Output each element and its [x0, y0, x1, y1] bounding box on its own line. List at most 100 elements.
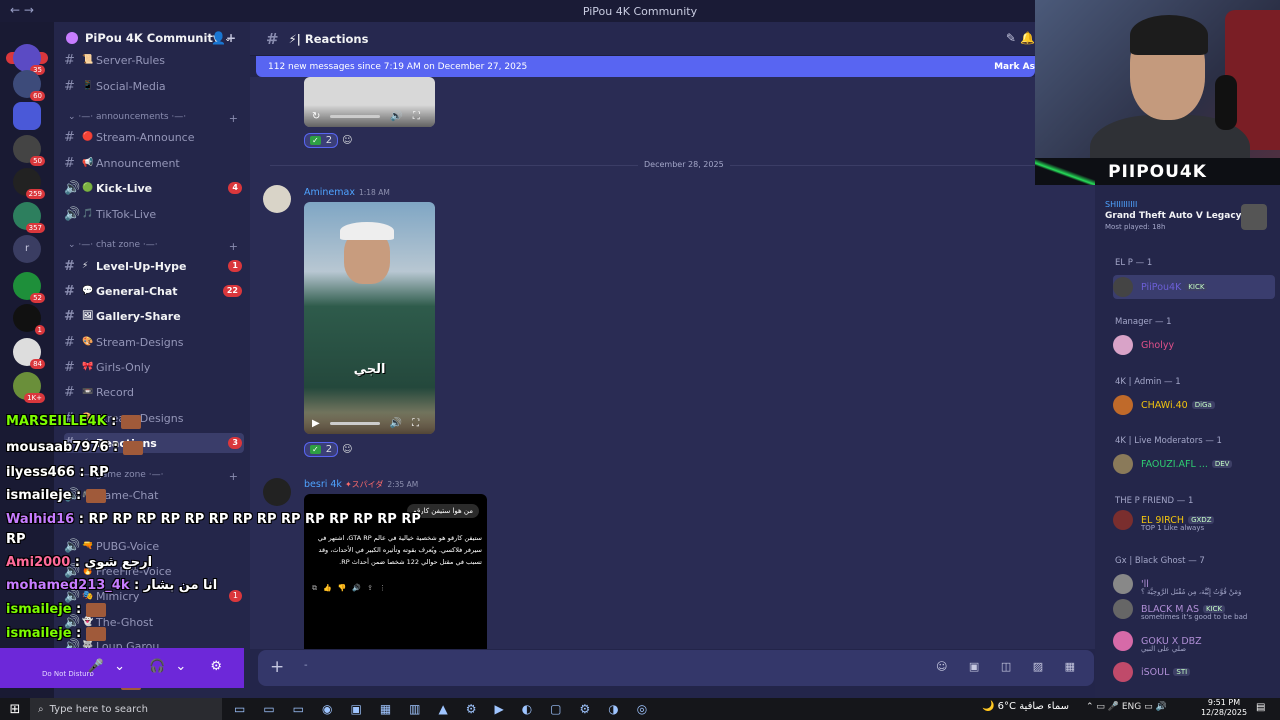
- server-icon[interactable]: [13, 304, 45, 335]
- channel-item[interactable]: # 📱 Social-Media: [64, 76, 244, 96]
- avatar[interactable]: [263, 185, 291, 213]
- check-icon: ✓: [310, 136, 321, 145]
- taskbar-apps[interactable]: ▭▭▭◉▣▦▥▲⚙▶◐▢⚙◑◎: [234, 702, 665, 716]
- channel-item-active[interactable]: # ⚡ Reactions 3: [64, 433, 244, 453]
- server-icon[interactable]: [13, 135, 45, 166]
- channel-label: Announcement: [96, 156, 180, 170]
- server-icon[interactable]: [13, 44, 45, 75]
- clock[interactable]: 9:51 PM 12/28/2025: [1200, 698, 1248, 718]
- add-channel-icon[interactable]: +: [229, 240, 238, 253]
- channel-item[interactable]: # 🎨 Stream-Designs: [64, 408, 244, 428]
- channel-item[interactable]: 🔊 🎭 Mimicry 1: [64, 586, 244, 606]
- message-author[interactable]: Aminemax 1:18 AM: [304, 187, 390, 198]
- notification-icon[interactable]: ▤: [1256, 702, 1265, 713]
- member-item[interactable]: FAOUZI.AFL ... DEV: [1113, 452, 1275, 476]
- server-icon[interactable]: [13, 202, 45, 233]
- channel-item[interactable]: # 🖼 Gallery-Share: [64, 306, 244, 326]
- server-icon[interactable]: [13, 372, 45, 403]
- channel-item[interactable]: 🔊 🟢 Kick-Live 4: [64, 178, 244, 198]
- fullscreen-icon[interactable]: ⛶: [413, 111, 420, 122]
- volume-icon[interactable]: 🔊: [390, 111, 402, 122]
- channel-item[interactable]: # 📜 Server-Rules: [64, 50, 244, 70]
- channel-item[interactable]: # 💬 General-Chat 22: [64, 281, 244, 301]
- video-attachment[interactable]: الجي ▶ 🔊 ⛶: [304, 202, 435, 434]
- server-folder-icon[interactable]: [13, 102, 41, 130]
- windows-start-icon[interactable]: ⊞: [0, 702, 30, 717]
- video-caption: الجي: [353, 362, 386, 377]
- channel-item[interactable]: 🔊 🎮 Game-Chat: [64, 485, 244, 505]
- system-tray[interactable]: ⌃ ▭ 🎤 ENG ▭ 🔊: [1086, 702, 1167, 712]
- add-channel-icon[interactable]: +: [229, 112, 238, 125]
- channel-item[interactable]: # 🎀 Girls-Only: [64, 357, 244, 377]
- invite-icon[interactable]: 👤+: [211, 31, 236, 45]
- channel-item[interactable]: # 📢 Announcement: [64, 153, 244, 173]
- server-icon[interactable]: r: [13, 235, 41, 263]
- member-item[interactable]: PiiPou4K KICK: [1113, 275, 1275, 299]
- member-item[interactable]: GOKU X DBZ صلي على النبي: [1113, 629, 1275, 653]
- reaction-check[interactable]: ✓ 2: [304, 442, 339, 457]
- channel-item[interactable]: 🔊 🔫 PUBG-Voice: [64, 536, 244, 556]
- fullscreen-icon[interactable]: ⛶: [412, 418, 419, 429]
- video-controls: ▶ 🔊 ⛶: [304, 412, 435, 434]
- category-header[interactable]: ⌄ ·—· announcements ·—· +: [68, 112, 238, 125]
- member-list: SHIIIIIIIII Grand Theft Auto V Legacy Mo…: [1095, 185, 1280, 698]
- add-reaction-icon[interactable]: ☺: [342, 444, 352, 455]
- unread-badge: 3: [228, 437, 242, 449]
- message-list: ↻ 🔊 ⛶ ✓ 2 ☺ December 28, 2025 Aminemax 1:18 …: [250, 77, 1095, 649]
- composer-icons[interactable]: ☺ ▣ ◫ ▨ ▦: [936, 660, 1084, 673]
- hash-icon: #: [64, 78, 75, 94]
- new-messages-bar[interactable]: 112 new messages since 7:19 AM on Decemb…: [256, 56, 1035, 77]
- progress-bar[interactable]: [330, 114, 381, 118]
- category-header[interactable]: ⌄ ·—· chat zone ·—· +: [68, 240, 238, 253]
- image-attachment[interactable]: من هوا ستيفن كارقو ستيفن كارقو هو شخصية …: [304, 494, 487, 649]
- member-item[interactable]: iSOUL STI: [1113, 660, 1275, 684]
- streamer-hair: [1130, 15, 1208, 55]
- weather-widget[interactable]: 🌙 6°C سماء صافية: [982, 701, 1069, 712]
- replay-icon[interactable]: ↻: [312, 111, 320, 122]
- user-controls[interactable]: 🎤⌄ 🎧⌄ ⚙: [88, 659, 232, 674]
- reaction-bar: ✓ 2 ☺: [304, 442, 353, 457]
- channel-label: Stream-Designs: [96, 411, 184, 425]
- taskbar-search[interactable]: ⌕ Type here to search: [30, 698, 222, 720]
- server-icon[interactable]: [13, 168, 45, 199]
- category-header[interactable]: ⌄ ·—· game zone ·—· +: [68, 470, 238, 483]
- channel-item[interactable]: # 📼 Record: [64, 382, 244, 402]
- channel-item[interactable]: # 🔴 Stream-Announce: [64, 127, 244, 147]
- message-input[interactable]: -: [304, 660, 308, 671]
- hash-icon: #: [64, 384, 75, 400]
- progress-bar[interactable]: [329, 421, 380, 425]
- unread-badge: 22: [222, 285, 242, 297]
- mark-as-read-button[interactable]: Mark As: [994, 62, 1035, 72]
- member-item[interactable]: CHAWi.40 DiGa: [1113, 393, 1275, 417]
- member-item[interactable]: Gholyy: [1113, 333, 1275, 357]
- avatar[interactable]: [263, 478, 291, 506]
- hash-icon: #: [64, 258, 75, 274]
- add-attachment-icon[interactable]: +: [270, 657, 284, 677]
- play-icon[interactable]: ▶: [312, 418, 320, 429]
- member-item[interactable]: 'll وَمَنْ قُوَّتُ إِيِّيَّة، مِن مُقْتَل…: [1113, 572, 1275, 596]
- threads-icon[interactable]: ✎ 🔔: [1006, 31, 1035, 45]
- channel-item[interactable]: 🔊 🎵 TikTok-Live: [64, 204, 244, 224]
- server-icon[interactable]: [13, 338, 45, 369]
- message-author[interactable]: besri 4k ✦スパイダ 2:35 AM: [304, 479, 418, 490]
- add-channel-icon[interactable]: +: [229, 470, 238, 483]
- member-item[interactable]: BLACK M AS KICK sometimes it's good to be …: [1113, 597, 1275, 621]
- server-icon[interactable]: [13, 272, 45, 303]
- hash-icon: #: [64, 359, 75, 375]
- member-item[interactable]: EL 9IRCH GXDZ TOP 1 Like always: [1113, 508, 1275, 532]
- add-reaction-icon[interactable]: ☺: [342, 135, 352, 146]
- post-header: من هوا ستيفن كارقو: [407, 504, 479, 518]
- channel-item[interactable]: # 🎨 Stream-Designs: [64, 332, 244, 352]
- server-icon[interactable]: [13, 70, 45, 101]
- channel-label: TikTok-Live: [96, 207, 157, 221]
- video-attachment[interactable]: ↻ 🔊 ⛶: [304, 77, 435, 127]
- channel-item[interactable]: 🔊 🔥 FreeFire-Voice: [64, 561, 244, 581]
- channel-item[interactable]: # ⚡ Level-Up-Hype 1: [64, 256, 244, 276]
- volume-icon[interactable]: 🔊: [390, 418, 402, 429]
- channel-item[interactable]: 🔊 👻 The-Ghost: [64, 612, 244, 632]
- message-composer[interactable]: + - ☺ ▣ ◫ ▨ ▦: [258, 650, 1094, 686]
- back-forward-icon[interactable]: ← →: [10, 3, 34, 17]
- activity-card[interactable]: SHIIIIIIIII Grand Theft Auto V Legacy Mo…: [1105, 200, 1275, 242]
- channel-label: Stream-Designs: [96, 335, 184, 349]
- reaction-check[interactable]: ✓ 2: [304, 133, 339, 148]
